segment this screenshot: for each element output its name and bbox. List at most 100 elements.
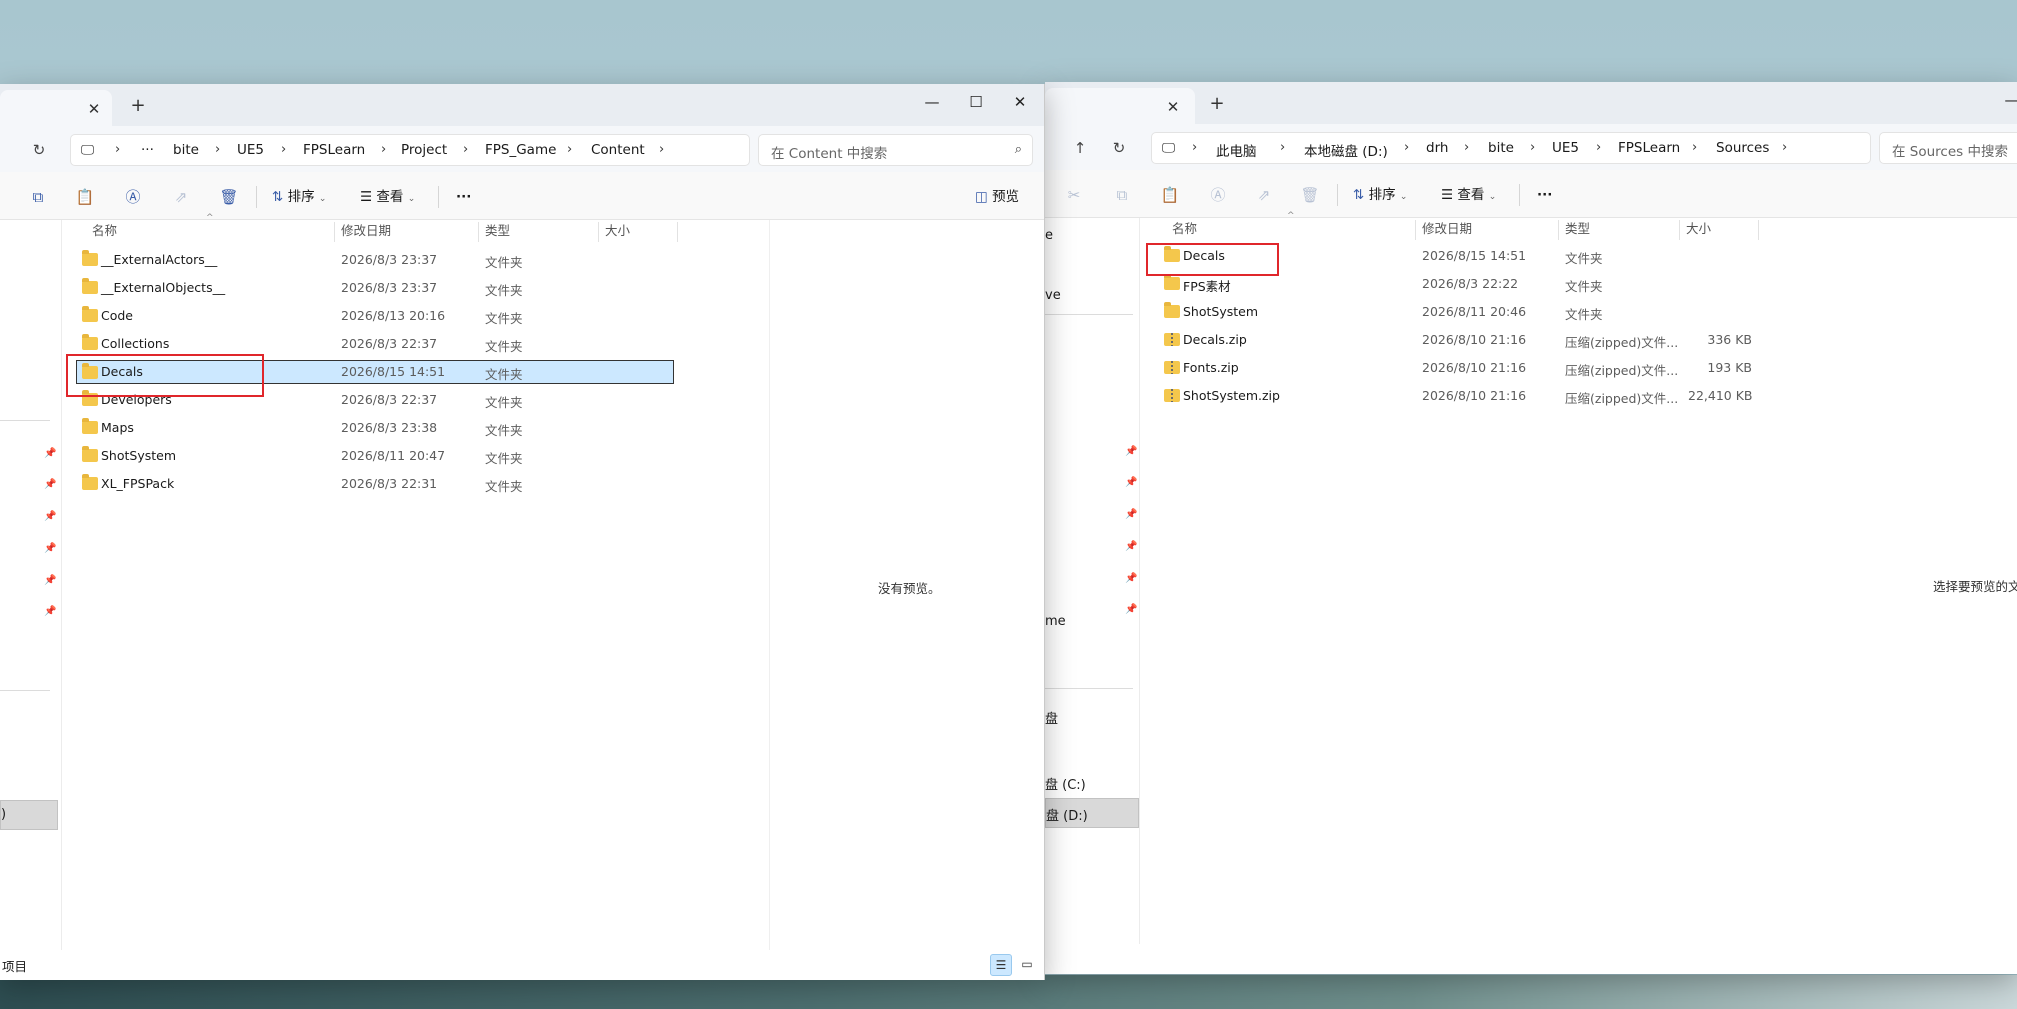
navigation-pane[interactable]: 📌 📌 📌 📌 📌 📌 ) bbox=[0, 220, 62, 950]
copy-icon[interactable]: ⧉ bbox=[27, 186, 49, 208]
nav-item-label[interactable]: ve bbox=[1045, 288, 1061, 303]
file-row[interactable]: Collections 2026/8/3 22:37 文件夹 bbox=[76, 332, 674, 356]
close-tab-icon[interactable]: ✕ bbox=[1163, 97, 1183, 117]
breadcrumb-content[interactable]: Content bbox=[591, 142, 645, 158]
navigation-pane[interactable]: e ve 📌 📌 📌 📌 📌 📌 me 盘 盘 (C:) 盘 (D:) bbox=[1045, 218, 1140, 944]
column-divider[interactable] bbox=[478, 222, 479, 242]
file-row[interactable]: ShotSystem 2026/8/11 20:47 文件夹 bbox=[76, 444, 674, 468]
copy-icon[interactable]: ⧉ bbox=[1111, 184, 1133, 206]
file-row[interactable]: __ExternalActors__ 2026/8/3 23:37 文件夹 bbox=[76, 248, 674, 272]
breadcrumb-project[interactable]: Project bbox=[401, 142, 447, 158]
column-header-date[interactable]: 修改日期 bbox=[341, 220, 391, 244]
close-icon[interactable]: ✕ bbox=[1000, 88, 1040, 116]
view-button[interactable]: ☰ 查看 ⌄ bbox=[1441, 182, 1496, 208]
preview-button[interactable]: ◫ 预览 bbox=[975, 184, 1019, 210]
tiles-view-icon[interactable]: ▭ bbox=[1016, 954, 1038, 976]
breadcrumb-drh[interactable]: drh bbox=[1426, 140, 1448, 156]
more-icon[interactable]: ··· bbox=[456, 184, 471, 210]
column-header-name[interactable]: 名称 bbox=[1172, 218, 1197, 242]
delete-icon[interactable]: 🗑 bbox=[218, 186, 240, 208]
search-input[interactable]: 在 Content 中搜索 ⌕ bbox=[758, 134, 1033, 166]
tab-sources[interactable]: ✕ bbox=[1045, 88, 1195, 124]
chevron-right-icon[interactable]: › bbox=[1782, 140, 1787, 155]
breadcrumb-overflow[interactable]: ··· bbox=[141, 142, 154, 158]
column-divider[interactable] bbox=[334, 222, 335, 242]
breadcrumb-fps-game[interactable]: FPS_Game bbox=[485, 142, 556, 158]
file-row[interactable]: ShotSystem 2026/8/11 20:46 文件夹 bbox=[1158, 300, 1758, 324]
sort-button[interactable]: ⇅ 排序 ⌄ bbox=[1353, 182, 1407, 208]
file-row[interactable]: ShotSystem.zip 2026/8/10 21:16 压缩(zipped… bbox=[1158, 384, 1758, 408]
file-type: 文件夹 bbox=[1565, 279, 1603, 294]
column-header-type[interactable]: 类型 bbox=[485, 220, 510, 244]
sort-button[interactable]: ⇅ 排序 ⌄ bbox=[272, 184, 326, 210]
plus-icon[interactable]: + bbox=[1205, 92, 1229, 116]
file-row[interactable]: XL_FPSPack 2026/8/3 22:31 文件夹 bbox=[76, 472, 674, 496]
column-header-type[interactable]: 类型 bbox=[1565, 218, 1590, 242]
file-row[interactable]: Fonts.zip 2026/8/10 21:16 压缩(zipped)文件..… bbox=[1158, 356, 1758, 380]
close-tab-icon[interactable]: ✕ bbox=[84, 99, 104, 119]
column-header-size[interactable]: 大小 bbox=[605, 220, 630, 244]
column-header-name[interactable]: 名称 bbox=[92, 220, 117, 244]
share-icon[interactable]: ⇗ bbox=[1253, 184, 1275, 206]
file-row[interactable]: Code 2026/8/13 20:16 文件夹 bbox=[76, 304, 674, 328]
address-bar[interactable]: 🖵 › ··· bite › UE5 › FPSLearn › Project … bbox=[70, 134, 750, 166]
chevron-right-icon[interactable]: › bbox=[659, 142, 664, 157]
column-divider[interactable] bbox=[1679, 220, 1680, 240]
file-row[interactable]: Decals.zip 2026/8/10 21:16 压缩(zipped)文件.… bbox=[1158, 328, 1758, 352]
paste-icon[interactable]: 📋 bbox=[74, 186, 96, 208]
breadcrumb-fpslearn[interactable]: FPSLearn bbox=[303, 142, 365, 158]
title-bar: ✕ + — ☐ ✕ bbox=[0, 84, 1044, 126]
column-divider[interactable] bbox=[677, 222, 678, 242]
view-button[interactable]: ☰ 查看 ⌄ bbox=[360, 184, 415, 210]
folder-icon bbox=[82, 418, 98, 434]
preview-pane-divider[interactable] bbox=[769, 220, 770, 950]
breadcrumb-fpslearn[interactable]: FPSLearn bbox=[1618, 140, 1680, 156]
chevron-right-icon: › bbox=[1692, 140, 1698, 155]
breadcrumb-local-disk-d[interactable]: 本地磁盘 (D:) bbox=[1304, 140, 1388, 160]
nav-item-selected[interactable]: ) bbox=[0, 800, 58, 830]
more-icon[interactable]: ··· bbox=[1537, 182, 1552, 208]
maximize-icon[interactable]: ☐ bbox=[956, 88, 996, 116]
rename-icon[interactable]: Ⓐ bbox=[122, 186, 144, 208]
delete-icon[interactable]: 🗑 bbox=[1299, 184, 1321, 206]
breadcrumb-bite[interactable]: bite bbox=[173, 142, 199, 158]
nav-item-label[interactable]: 盘 bbox=[1045, 708, 1058, 727]
tab-content[interactable]: ✕ bbox=[0, 90, 112, 126]
file-explorer-window-sources: ✕ + — ↑ ↻ 🖵 › 此电脑 › 本地磁盘 (D:) › drh › bi… bbox=[1045, 82, 2017, 974]
file-row[interactable]: Maps 2026/8/3 23:38 文件夹 bbox=[76, 416, 674, 440]
file-size: 22,410 KB bbox=[1688, 388, 1753, 403]
column-divider[interactable] bbox=[598, 222, 599, 242]
file-row[interactable]: __ExternalObjects__ 2026/8/3 23:37 文件夹 bbox=[76, 276, 674, 300]
nav-item-label[interactable]: me bbox=[1045, 614, 1066, 629]
breadcrumb-sources[interactable]: Sources bbox=[1716, 140, 1769, 156]
up-arrow-icon[interactable]: ↑ bbox=[1068, 136, 1092, 160]
breadcrumb-this-pc[interactable]: 此电脑 bbox=[1216, 140, 1257, 160]
column-divider[interactable] bbox=[1758, 220, 1759, 240]
refresh-icon[interactable]: ↻ bbox=[1107, 136, 1131, 160]
cut-icon[interactable]: ✂ bbox=[1063, 184, 1085, 206]
nav-item-label[interactable]: e bbox=[1045, 228, 1053, 243]
breadcrumb-bite[interactable]: bite bbox=[1488, 140, 1514, 156]
search-input[interactable]: 在 Sources 中搜索 bbox=[1879, 132, 2017, 164]
column-divider[interactable] bbox=[1558, 220, 1559, 240]
breadcrumb-ue5[interactable]: UE5 bbox=[1552, 140, 1579, 156]
minimize-icon[interactable]: — bbox=[912, 88, 952, 116]
column-header-date[interactable]: 修改日期 bbox=[1422, 218, 1472, 242]
chevron-right-icon: › bbox=[381, 142, 387, 157]
address-bar[interactable]: 🖵 › 此电脑 › 本地磁盘 (D:) › drh › bite › UE5 ›… bbox=[1151, 132, 1871, 164]
refresh-icon[interactable]: ↻ bbox=[27, 138, 51, 162]
column-header-size[interactable]: 大小 bbox=[1686, 218, 1711, 242]
minimize-icon[interactable]: — bbox=[1992, 86, 2017, 114]
paste-icon[interactable]: 📋 bbox=[1159, 184, 1181, 206]
nav-item-drive-c[interactable]: 盘 (C:) bbox=[1045, 774, 1086, 793]
share-icon[interactable]: ⇗ bbox=[170, 186, 192, 208]
file-size: 336 KB bbox=[1707, 332, 1752, 347]
column-divider[interactable] bbox=[1415, 220, 1416, 240]
monitor-icon[interactable]: 🖵 bbox=[1162, 140, 1175, 156]
details-view-icon[interactable]: ☰ bbox=[990, 954, 1012, 976]
rename-icon[interactable]: Ⓐ bbox=[1207, 184, 1229, 206]
nav-item-selected-drive-d[interactable]: 盘 (D:) bbox=[1045, 798, 1139, 828]
breadcrumb-ue5[interactable]: UE5 bbox=[237, 142, 264, 158]
plus-icon[interactable]: + bbox=[126, 94, 150, 118]
monitor-icon[interactable]: 🖵 bbox=[81, 142, 94, 158]
